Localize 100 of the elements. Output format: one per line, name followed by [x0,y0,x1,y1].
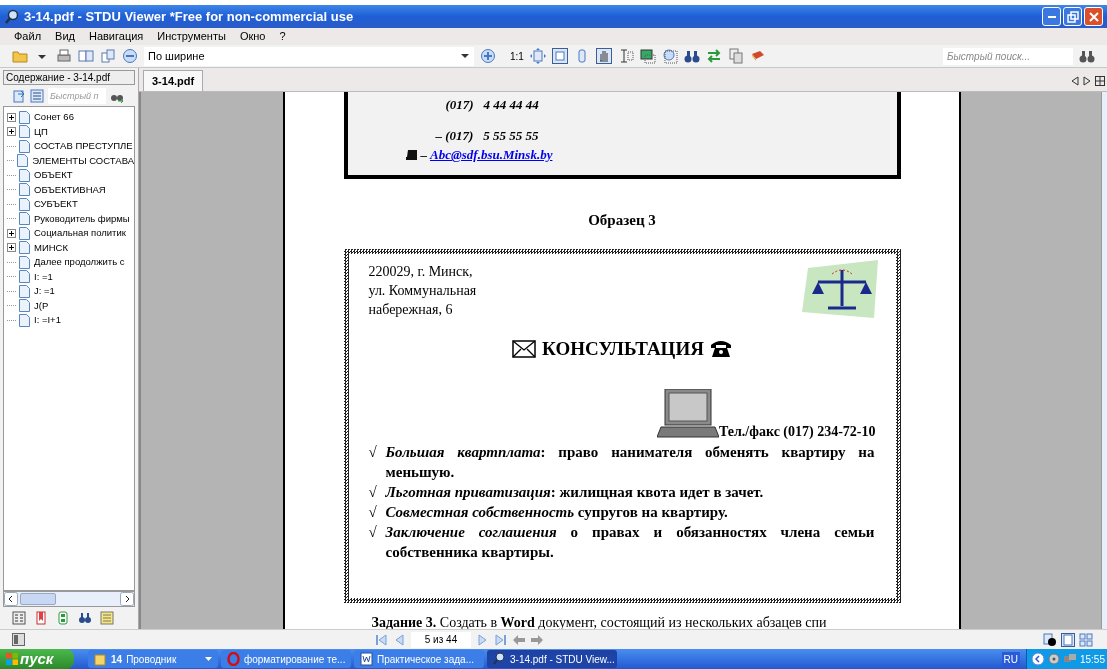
bullet-mark: √ [368,523,378,542]
thumbnails-icon[interactable] [56,611,70,625]
outline-item[interactable]: ОБЪЕКТИВНАЯ [34,182,106,197]
pages-icon[interactable] [78,48,94,64]
fit-width-icon[interactable] [551,48,568,64]
taskbar-button[interactable]: форматирование те... [221,650,351,668]
expand-icon[interactable] [7,243,16,253]
bookmark-icon[interactable] [34,611,48,625]
ring-icon [227,652,240,666]
copy-icon[interactable] [727,48,744,64]
address-line: ул. Коммунальная [368,281,478,300]
outline-item[interactable]: СУБЪЕКТ [34,197,78,212]
first-page-icon[interactable] [374,632,388,647]
binoculars-icon[interactable] [1079,48,1095,64]
heading: КОНСУЛЬТАЦИЯ [542,336,704,361]
vertical-scrollbar[interactable] [1101,92,1107,629]
menu-item[interactable]: Вид [55,28,75,45]
magnifier-icon [4,8,20,25]
printer-icon[interactable] [56,48,72,64]
list-icon[interactable] [30,88,44,103]
outline-item[interactable]: J: =1 [34,284,55,299]
outline-item[interactable]: ЦП [34,124,48,139]
bullet-mark: √ [368,503,378,522]
outline-item[interactable]: СОСТАВ ПРЕСТУПЛЕ [34,139,133,154]
page-number-field[interactable]: 5 из 44 [411,631,471,648]
document-icon [360,652,373,666]
page-icon [19,110,30,124]
email-link[interactable]: Abc@sdf.bsu.Minsk.by [430,145,553,165]
sync-icon[interactable] [12,88,26,103]
quick-search-field[interactable]: Быстрый поиск... [943,47,1073,65]
menu-item[interactable]: Файл [14,28,42,45]
single-page-icon[interactable] [1061,632,1075,647]
document-tab[interactable]: 3-14.pdf [143,70,204,91]
outline-icon[interactable] [12,611,26,625]
outline-item[interactable]: J(P [34,298,49,313]
page-icon [19,197,30,211]
menu-item[interactable]: Навигация [88,28,144,45]
page-icon [19,125,30,139]
zoom-area-icon[interactable] [661,48,678,64]
folder-icon[interactable] [12,48,28,64]
address-line: набережная, 6 [368,300,454,319]
folder-icon [94,652,107,666]
four-pages-icon[interactable] [1079,632,1093,647]
right-triangle-icon[interactable] [1083,76,1091,86]
address-line: 220029, г. Минск, [368,262,474,281]
outline-item[interactable]: ЭЛЕМЕНТЫ СОСТАВА [32,153,134,168]
fit-page-icon[interactable] [529,48,546,64]
forward-arrow-icon[interactable] [530,632,544,647]
outline-search-field[interactable]: Быстрый п [48,87,106,104]
image-select-icon[interactable] [639,48,656,64]
pages-icon[interactable] [100,48,116,64]
page-icon [19,241,30,255]
list-item-text: Заключение соглашения о правах и обязанностях члена семьи собственника квартиры. [385,523,876,562]
bullet-mark: √ [368,483,378,502]
expand-icon[interactable] [7,228,16,238]
grid-icon[interactable] [1095,76,1105,86]
binoculars-icon[interactable] [78,611,92,625]
scrollbar-thumb[interactable] [20,593,56,605]
outline-item[interactable]: I: =1 [34,269,53,284]
disc-icon[interactable] [1047,653,1060,665]
phone-number: – (017) 5 55 55 55 [435,126,540,145]
expand-icon[interactable] [7,127,16,137]
menu-item[interactable]: ? [279,28,286,45]
restore-button[interactable] [1063,7,1082,26]
taskbar-button[interactable]: Практическое зада... [354,650,484,668]
restore-icon [1066,10,1079,23]
outline-item[interactable]: ОБЪЕКТ [34,168,73,183]
zoom-dropdown[interactable]: По ширине [144,46,474,66]
language-indicator[interactable]: RU [1001,651,1020,667]
taskbar-button[interactable]: 14 Проводник [88,650,218,668]
zoom-in-icon[interactable] [480,48,496,64]
last-page-icon[interactable] [494,632,508,647]
taskbar-button[interactable]: 3-14.pdf - STDU View... [487,650,617,668]
outline-item[interactable]: I: =I+1 [34,313,61,328]
menu-item[interactable]: Окно [239,28,266,45]
binoculars-icon[interactable] [683,48,700,64]
outline-item[interactable]: Далее продолжить с [34,255,125,270]
menu-item[interactable]: Инструменты [157,28,226,45]
left-triangle-icon[interactable] [1071,76,1079,86]
zoom-out-icon[interactable] [122,48,138,64]
brightness-icon[interactable] [1043,632,1057,647]
outline-item[interactable]: Сонет 66 [34,110,74,125]
list-item-text: Совместная собственность супругов на квартиру. [385,503,729,522]
computer-icon [656,389,719,439]
chevron-icon[interactable] [1030,652,1045,666]
page-icon [19,226,30,240]
outline-item[interactable]: МИНСК [34,240,68,255]
page-icon [19,299,30,313]
computer-icon [405,149,418,160]
caret-icon [205,656,212,662]
outline-item[interactable]: Руководитель фирмы [34,211,130,226]
actual-size-button[interactable]: 1:1 [510,48,524,64]
panel-toggle-icon[interactable] [12,633,25,646]
minimize-button[interactable] [1042,7,1061,26]
expand-icon[interactable] [7,112,16,122]
close-button[interactable] [1084,7,1103,26]
horizontal-scrollbar[interactable] [3,591,135,607]
page-icon [19,168,30,182]
outline-item[interactable]: Социальная политик [34,226,126,241]
swap-arrows-icon[interactable] [705,48,722,64]
